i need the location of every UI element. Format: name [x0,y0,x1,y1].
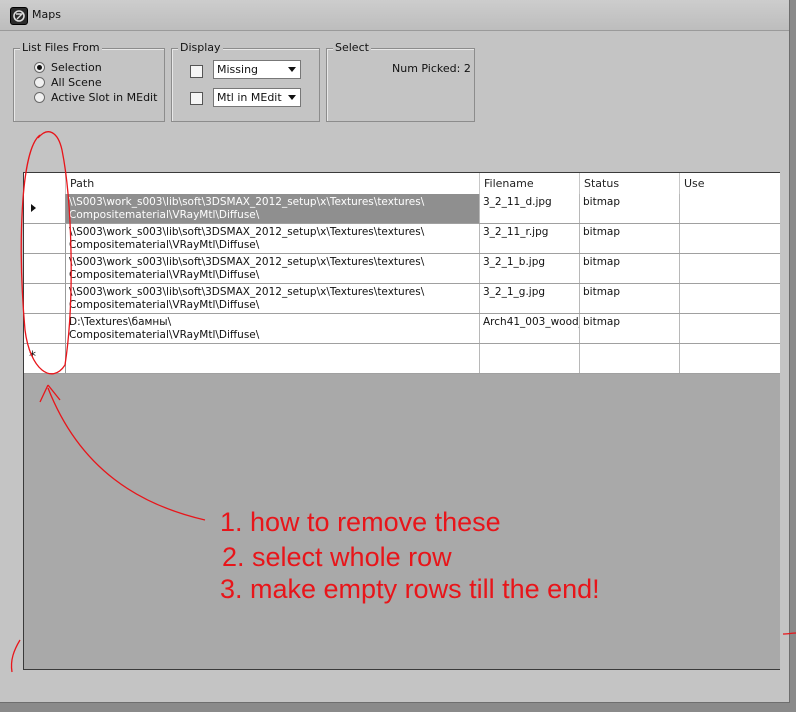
dropdown-value: Missing [217,63,259,76]
new-row[interactable]: * [24,344,780,374]
table-row[interactable]: D:\Textures\бамны\ Compositematerial\VRa… [24,314,780,344]
cell-filename[interactable]: Arch41_003_wood_ [480,314,580,343]
path-line-2: Compositematerial\VRayMtl\Diffuse\ [69,209,260,221]
cell-path[interactable]: \\S003\work_s003\lib\soft\3DSMAX_2012_se… [66,284,480,313]
cell-status[interactable]: bitmap [580,224,680,253]
row-header[interactable] [24,224,66,253]
table-row[interactable]: \\S003\work_s003\lib\soft\3DSMAX_2012_se… [24,284,780,314]
cell-status[interactable]: bitmap [580,254,680,283]
cell-path[interactable]: D:\Textures\бамны\ Compositematerial\VRa… [66,314,480,343]
table-row[interactable]: \\S003\work_s003\lib\soft\3DSMAX_2012_se… [24,224,780,254]
cell-status[interactable]: bitmap [580,194,680,223]
column-header-status[interactable]: Status [580,173,680,194]
row-header[interactable] [24,254,66,283]
path-line-1: \\S003\work_s003\lib\soft\3DSMAX_2012_se… [69,256,425,268]
list-files-from-group: List Files From Selection All Scene Acti… [13,41,165,122]
radio-active-slot[interactable]: Active Slot in MEdit [34,90,157,104]
dropdown-value: Mtl in MEdit [217,91,282,104]
group-label: List Files From [20,41,102,54]
path-line-1: \\S003\work_s003\lib\soft\3DSMAX_2012_se… [69,196,425,208]
cell-use[interactable] [680,314,780,343]
cell-use[interactable] [680,254,780,283]
new-row-star-icon: * [29,349,36,365]
row-header-column [24,173,66,194]
window-title: Maps [32,8,61,21]
radio-button-icon[interactable] [34,61,45,73]
annotation-note-3: 3. make empty rows till the end! [220,574,600,604]
row-header[interactable] [24,284,66,313]
radio-button-icon[interactable] [34,76,45,88]
display-checkbox-1[interactable] [190,65,203,78]
cell-filename[interactable] [480,344,580,373]
grid-header: Path Filename Status Use [24,173,780,195]
num-picked-label: Num Picked: 2 [392,62,471,75]
cell-use[interactable] [680,344,780,373]
display-dropdown-1[interactable]: Missing [213,60,301,79]
display-group: Display Missing Mtl in MEdit [171,41,320,122]
table-row[interactable]: \\S003\work_s003\lib\soft\3DSMAX_2012_se… [24,194,780,224]
path-line-2: Compositematerial\VRayMtl\Diffuse\ [69,299,260,311]
path-line-2: Compositematerial\VRayMtl\Diffuse\ [69,239,260,251]
path-line-1: \\S003\work_s003\lib\soft\3DSMAX_2012_se… [69,286,425,298]
path-line-1: \\S003\work_s003\lib\soft\3DSMAX_2012_se… [69,226,425,238]
cell-filename[interactable]: 3_2_11_d.jpg [480,194,580,223]
radio-button-icon[interactable] [34,91,45,103]
annotation-note-2: 2. select whole row [222,542,452,572]
title-bar[interactable]: Maps [0,0,789,31]
chevron-down-icon[interactable] [288,67,296,72]
cell-status[interactable]: bitmap [580,284,680,313]
cell-filename[interactable]: 3_2_11_r.jpg [480,224,580,253]
column-header-use[interactable]: Use [680,173,780,194]
cell-path[interactable]: \\S003\work_s003\lib\soft\3DSMAX_2012_se… [66,254,480,283]
radio-label: Selection [51,60,102,74]
group-label: Display [178,41,223,54]
path-line-2: Compositematerial\VRayMtl\Diffuse\ [69,329,260,341]
radio-label: All Scene [51,75,102,89]
radio-all-scene[interactable]: All Scene [34,75,102,89]
select-group: Select Num Picked: 2 [326,41,475,122]
row-header[interactable]: * [24,344,66,373]
path-line-2: Compositematerial\VRayMtl\Diffuse\ [69,269,260,281]
column-header-filename[interactable]: Filename [480,173,580,194]
row-header[interactable] [24,314,66,343]
radio-label: Active Slot in MEdit [51,90,158,104]
cell-status[interactable]: bitmap [580,314,680,343]
cell-filename[interactable]: 3_2_1_b.jpg [480,254,580,283]
cell-use[interactable] [680,224,780,253]
cell-path[interactable]: \\S003\work_s003\lib\soft\3DSMAX_2012_se… [66,194,480,223]
cell-path[interactable] [66,344,480,373]
cell-path[interactable]: \\S003\work_s003\lib\soft\3DSMAX_2012_se… [66,224,480,253]
display-dropdown-2[interactable]: Mtl in MEdit [213,88,301,107]
radio-selection[interactable]: Selection [34,60,102,74]
cell-use[interactable] [680,194,780,223]
path-line-1: D:\Textures\бамны\ [69,316,172,328]
cell-filename[interactable]: 3_2_1_g.jpg [480,284,580,313]
current-row-arrow-icon [31,204,36,212]
annotation-note-1: 1. how to remove these [220,507,501,537]
cell-use[interactable] [680,284,780,313]
group-label: Select [333,41,371,54]
display-checkbox-2[interactable] [190,92,203,105]
cell-status[interactable] [580,344,680,373]
3ds-max-logo-icon [10,7,28,25]
chevron-down-icon[interactable] [288,95,296,100]
row-header[interactable] [24,194,66,223]
column-header-path[interactable]: Path [66,173,480,194]
table-row[interactable]: \\S003\work_s003\lib\soft\3DSMAX_2012_se… [24,254,780,284]
